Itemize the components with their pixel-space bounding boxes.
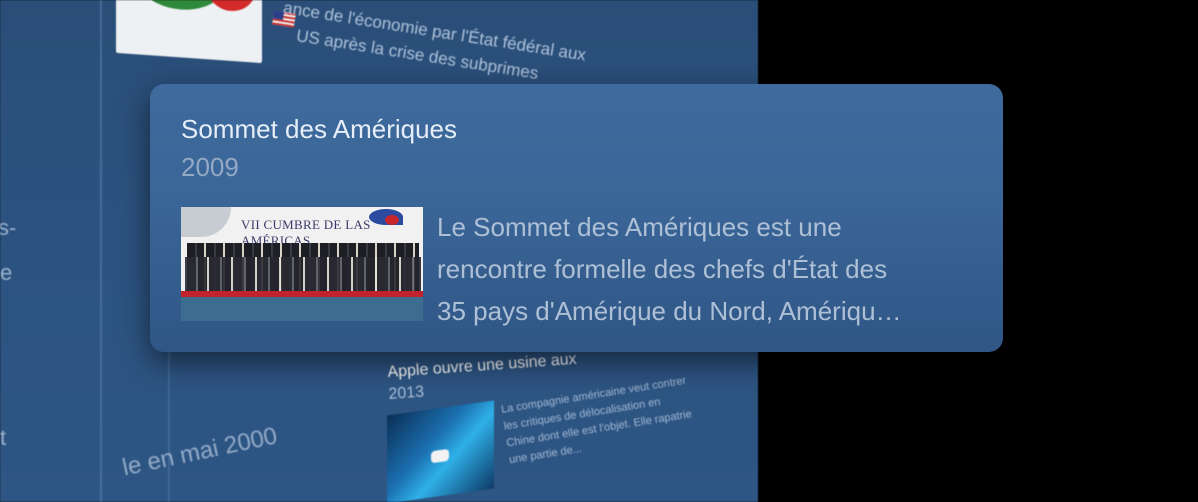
event-description: Le Sommet des Amériques est une rencontr… — [437, 206, 977, 332]
stage-floor — [181, 297, 423, 321]
event-title: Sommet des Amériques — [181, 114, 458, 144]
thumbnail-graphic — [431, 448, 449, 464]
description-line: Le Sommet des Amériques est une — [437, 212, 842, 242]
event-thumbnail-top[interactable] — [116, 0, 262, 64]
timeline-date-label: le en mai 2000 — [120, 422, 280, 482]
edge-text: s- — [0, 215, 17, 240]
map-graphic — [181, 207, 231, 237]
edge-text: e — [0, 260, 13, 285]
event-bottom-title[interactable]: Apple ouvre une usine aux — [387, 351, 577, 382]
event-bottom-year: 2013 — [388, 383, 425, 403]
thumbnail-graphic — [206, 0, 256, 13]
timeline-axis — [100, 0, 102, 502]
group-photo — [185, 257, 421, 295]
event-year: 2009 — [181, 152, 239, 182]
edge-text: t — [0, 425, 7, 450]
event-photo: VII CUMBRE DE LAS AMÉRICAS — [181, 207, 423, 321]
event-detail-card[interactable]: Sommet des Amériques 2009 VII CUMBRE DE … — [150, 84, 1003, 352]
event-thumbnail-bottom[interactable] — [387, 400, 494, 502]
timeline-connector — [168, 350, 170, 502]
description-line: 35 pays d'Amérique du Nord, Amériqu… — [437, 296, 902, 326]
description-line: rencontre formelle des chefs d'État des — [437, 254, 888, 284]
event-bottom-description: La compagnie américaine veut contrer les… — [500, 374, 693, 467]
